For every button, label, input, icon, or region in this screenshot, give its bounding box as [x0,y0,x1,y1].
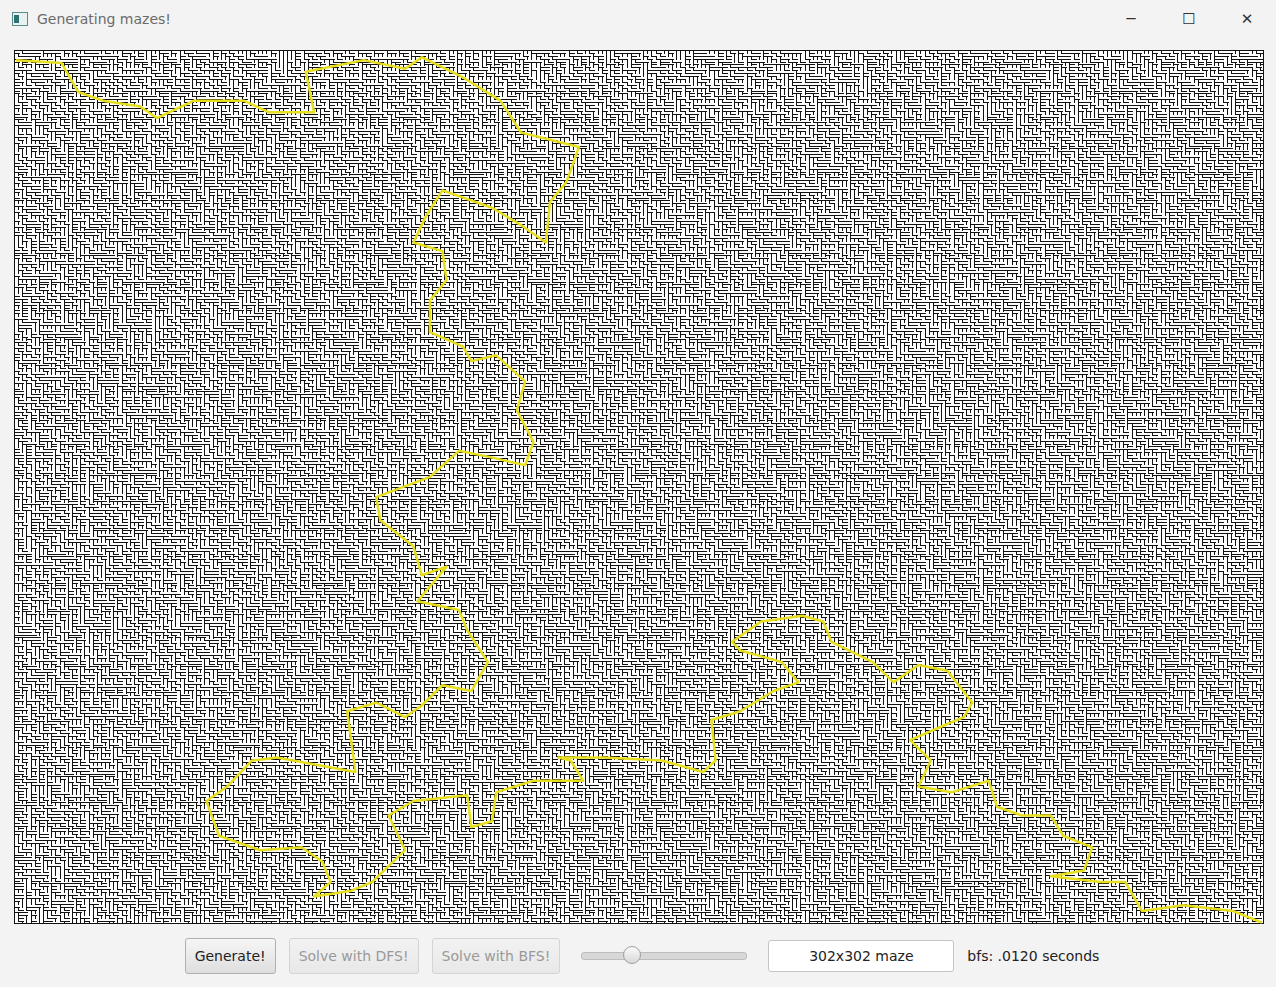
toolbar-button[interactable]: Generate! [185,938,276,974]
window-title: Generating mazes! [37,11,1102,27]
maze [14,50,1264,924]
slider-thumb[interactable] [623,946,641,964]
maze-area [0,37,1276,924]
size-field[interactable]: 302x302 maze [768,940,954,972]
title-bar: Generating mazes!─☐✕ [0,0,1276,37]
status-label: bfs: .0120 seconds [967,948,1099,964]
minimize-button[interactable]: ─ [1102,0,1160,37]
toolbar-button[interactable]: Solve with DFS! [289,938,419,974]
close-button[interactable]: ✕ [1218,0,1276,37]
solution-path [14,50,1264,924]
maximize-button[interactable]: ☐ [1160,0,1218,37]
window-controls: ─☐✕ [1102,0,1276,37]
app-icon [12,12,28,26]
toolbar: Generate! Solve with DFS! Solve with BFS! 3… [0,924,1276,987]
size-slider[interactable] [581,952,747,960]
maze-canvas [14,50,1264,924]
toolbar-button[interactable]: Solve with BFS! [432,938,561,974]
app-window: Generating mazes!─☐✕ Generate! Solve with … [0,0,1276,987]
